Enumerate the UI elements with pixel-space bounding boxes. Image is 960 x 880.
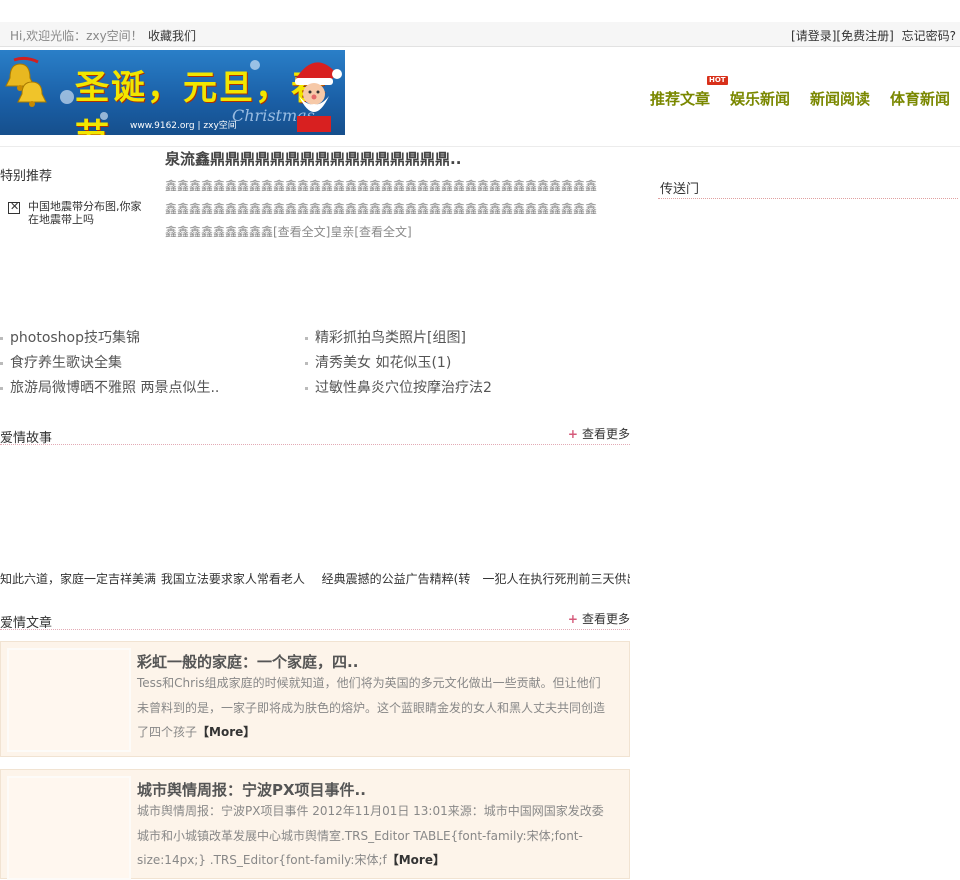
- list-item-link[interactable]: 食疗养生歌诀全集: [10, 355, 122, 371]
- hot-badge: HOT: [707, 76, 728, 85]
- headline-line: 鑫鑫鑫鑫鑫鑫鑫鑫鑫鑫鑫鑫鑫鑫鑫鑫鑫鑫鑫鑫鑫鑫鑫鑫鑫鑫鑫鑫鑫鑫鑫鑫鑫鑫鑫鑫: [165, 179, 598, 193]
- article-desc-text: 城市舆情周报：宁波PX项目事件 2012年11月01日 13:01来源：城市中国…: [137, 804, 604, 867]
- special-title: 特别推荐: [0, 169, 53, 184]
- header-divider: [0, 146, 960, 147]
- article-title[interactable]: 彩虹一般的家庭：一个家庭，四..: [137, 651, 358, 672]
- link-list-left: photoshop技巧集锦 食疗养生歌诀全集 旅游局微博晒不雅照 两景点似生..: [0, 326, 219, 401]
- article-more-link[interactable]: 【More】: [387, 853, 445, 867]
- welcome-text: Hi,欢迎光临：zxy空间！: [10, 29, 143, 43]
- article-description: Tess和Chris组成家庭的时候就知道，他们将为英国的多元文化做出一些贡献。但…: [137, 671, 607, 745]
- love-articles-header: 爱情文章 + 查看更多: [0, 610, 630, 631]
- special-item-label: 中国地震带分布图,你家在地震带上吗: [28, 200, 142, 226]
- nav-recommended[interactable]: 推荐文章: [650, 88, 710, 109]
- headline-title[interactable]: 泉流鑫鼎鼎鼎鼎鼎鼎鼎鼎鼎鼎鼎鼎鼎鼎鼎鼎..: [165, 148, 461, 169]
- nav-news-reading[interactable]: 新闻阅读: [810, 88, 870, 109]
- section-title: 爱情文章: [0, 616, 53, 631]
- special-item[interactable]: 中国地震带分布图,你家在地震带上吗: [8, 200, 148, 226]
- account-links: [请登录][免费注册] 忘记密码?: [791, 27, 956, 44]
- strip-item-link[interactable]: 我国立法要求家人常看老人: [161, 572, 305, 586]
- article-description: 城市舆情周报：宁波PX项目事件 2012年11月01日 13:01来源：城市中国…: [137, 799, 607, 873]
- article-thumbnail[interactable]: [7, 776, 131, 880]
- santa-icon: [295, 62, 342, 132]
- strip-item-link[interactable]: 经典震撼的公益广告精粹(转: [322, 572, 471, 586]
- list-item-link[interactable]: photoshop技巧集锦: [10, 330, 140, 346]
- list-item[interactable]: 食疗养生歌诀全集: [0, 351, 219, 376]
- article-card: 城市舆情周报：宁波PX项目事件.. 城市舆情周报：宁波PX项目事件 2012年1…: [0, 769, 630, 880]
- bells-icon: [5, 56, 47, 107]
- register-link[interactable]: [免费注册]: [836, 29, 893, 43]
- list-item[interactable]: 精彩抓拍鸟类照片[组图]: [305, 326, 492, 351]
- list-item-link[interactable]: 旅游局微博晒不雅照 两景点似生..: [10, 380, 219, 396]
- strip-item[interactable]: 一犯人在执行死刑前三天供出: [482, 570, 630, 587]
- love-story-strip: 知此六道，家庭一定吉祥美满 我国立法要求家人常看老人 经典震撼的公益广告精粹(转…: [0, 570, 630, 587]
- top-bar: Hi,欢迎光临：zxy空间！ 收藏我们 [请登录][免费注册] 忘记密码?: [0, 22, 960, 47]
- sidebar-divider: [658, 198, 958, 199]
- list-item[interactable]: 旅游局微博晒不雅照 两景点似生..: [0, 376, 219, 401]
- plus-icon: +: [567, 612, 578, 626]
- more-label: 查看更多: [581, 427, 630, 441]
- favorite-link[interactable]: 收藏我们: [148, 27, 196, 44]
- list-item-link[interactable]: 清秀美女 如花似玉(1): [315, 355, 451, 371]
- broken-image-icon: [8, 200, 20, 214]
- strip-item[interactable]: 知此六道，家庭一定吉祥美满: [0, 570, 157, 587]
- headline-read-more[interactable]: 鑫鑫鑫鑫鑫鑫鑫鑫鑫[查看全文]皇亲[查看全文]: [165, 223, 412, 240]
- list-item-link[interactable]: 精彩抓拍鸟类照片[组图]: [315, 330, 466, 346]
- love-story-more-link[interactable]: + 查看更多: [568, 425, 630, 442]
- article-title[interactable]: 城市舆情周报：宁波PX项目事件..: [137, 779, 366, 800]
- list-item-link[interactable]: 过敏性鼻炎穴位按摩治疗法2: [315, 380, 492, 396]
- strip-item[interactable]: 经典震撼的公益广告精粹(转: [322, 570, 479, 587]
- list-item[interactable]: 过敏性鼻炎穴位按摩治疗法2: [305, 376, 492, 401]
- plus-icon: +: [567, 427, 578, 441]
- section-title: 爱情故事: [0, 431, 53, 446]
- strip-item[interactable]: 我国立法要求家人常看老人: [161, 570, 318, 587]
- list-item[interactable]: 清秀美女 如花似玉(1): [305, 351, 492, 376]
- article-more-link[interactable]: 【More】: [197, 725, 255, 739]
- article-thumbnail[interactable]: [7, 648, 131, 752]
- banner-url: www.9162.org | zxy空间: [130, 121, 237, 131]
- headline-line: 鑫鑫鑫鑫鑫鑫鑫鑫鑫鑫鑫鑫鑫鑫鑫鑫鑫鑫鑫鑫鑫鑫鑫鑫鑫鑫鑫鑫鑫鑫鑫鑫鑫鑫鑫鑫: [165, 202, 598, 216]
- nav-entertainment[interactable]: 娱乐新闻: [730, 88, 790, 109]
- love-articles-more-link[interactable]: + 查看更多: [568, 610, 630, 627]
- snowflake-decoration: [60, 90, 74, 104]
- article-card: 彩虹一般的家庭：一个家庭，四.. Tess和Chris组成家庭的时候就知道，他们…: [0, 641, 630, 757]
- nav-sports[interactable]: 体育新闻: [890, 88, 950, 109]
- forgot-password-link[interactable]: 忘记密码?: [902, 29, 956, 43]
- link-list-right: 精彩抓拍鸟类照片[组图] 清秀美女 如花似玉(1) 过敏性鼻炎穴位按摩治疗法2: [305, 326, 492, 401]
- strip-item-link[interactable]: 知此六道，家庭一定吉祥美满: [0, 572, 156, 586]
- holiday-banner[interactable]: 圣诞，元旦，春节 Christmas www.9162.org | zxy空间: [0, 50, 345, 135]
- sidebar-title: 传送门: [660, 182, 700, 197]
- more-label: 查看更多: [581, 612, 630, 626]
- strip-item-link[interactable]: 一犯人在执行死刑前三天供出: [482, 572, 630, 586]
- list-item[interactable]: photoshop技巧集锦: [0, 326, 219, 351]
- login-link[interactable]: [请登录]: [791, 29, 836, 43]
- love-story-header: 爱情故事 + 查看更多: [0, 425, 630, 446]
